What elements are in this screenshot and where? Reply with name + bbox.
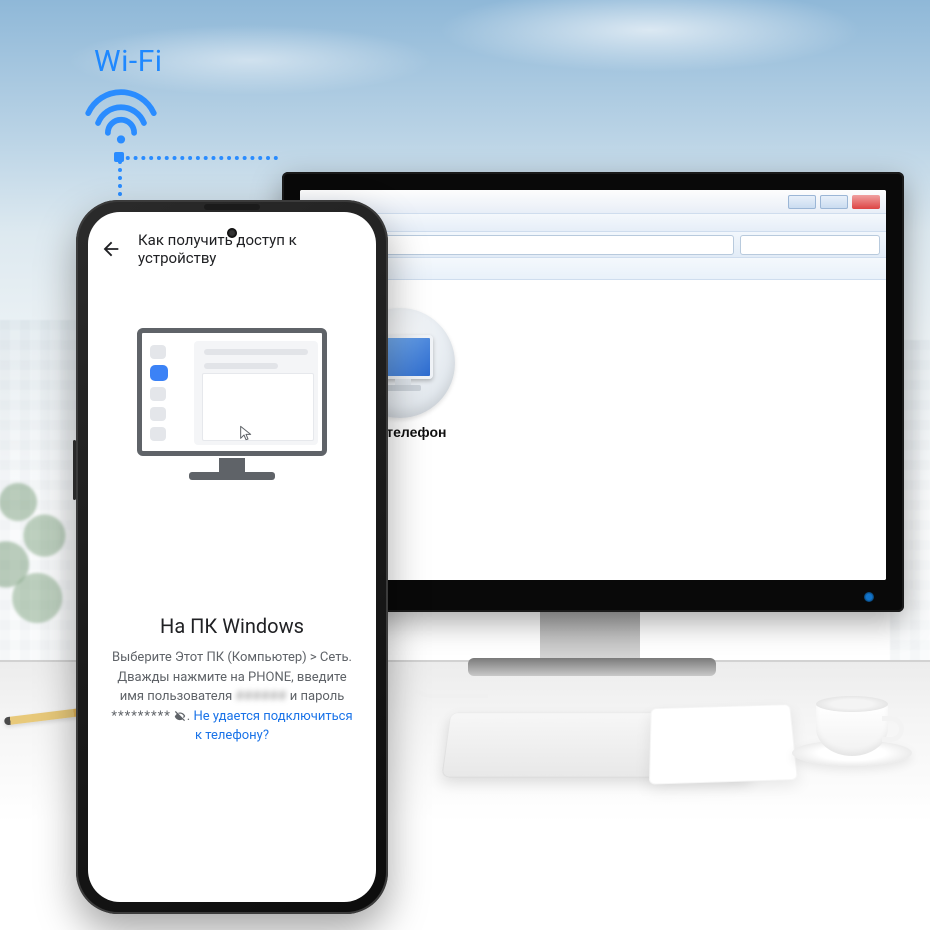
instruction-text: На ПК Windows Выберите Этот ПК (Компьюте… [88,614,376,746]
instruction-heading: На ПК Windows [110,614,354,638]
power-led-icon [864,592,874,602]
wifi-icon [80,83,163,145]
instruction-illustration [127,328,337,496]
illustration-monitor-icon [137,328,327,456]
instruction-body: Выберите Этот ПК (Компьютер) > Сеть. Два… [110,648,354,746]
notebook-decor [649,704,798,784]
window-minimize-button[interactable] [788,195,816,209]
password-masked: ********* [111,709,170,724]
page-title: Как получить доступ к устройству [138,231,362,267]
search-field[interactable] [740,235,880,255]
username-masked: ###### [236,689,287,704]
phone-speaker [204,204,260,210]
visibility-off-icon[interactable] [173,707,187,727]
cursor-icon [238,425,254,445]
connection-line [118,156,278,160]
front-camera-icon [227,228,237,238]
address-field[interactable] [366,235,734,255]
window-close-button[interactable] [852,195,880,209]
monitor-base [468,658,716,676]
troubleshoot-link[interactable]: Не удается подключиться к телефону? [193,709,352,744]
instruction-body-mid: и пароль [287,689,345,704]
monitor-stand [540,608,640,664]
window-maximize-button[interactable] [820,195,848,209]
back-button[interactable] [98,235,124,263]
window-menubar[interactable] [300,214,886,232]
coffee-cup [792,690,912,766]
phone-screen: Как получить доступ к устройству [88,212,376,902]
phone-header: Как получить доступ к устройству [88,212,376,268]
wifi-indicator: Wi-Fi [80,44,163,145]
smartphone: Как получить доступ к устройству [76,200,388,914]
wifi-label: Wi-Fi [94,44,163,79]
window-titlebar[interactable] [300,190,886,214]
cable [408,668,488,698]
